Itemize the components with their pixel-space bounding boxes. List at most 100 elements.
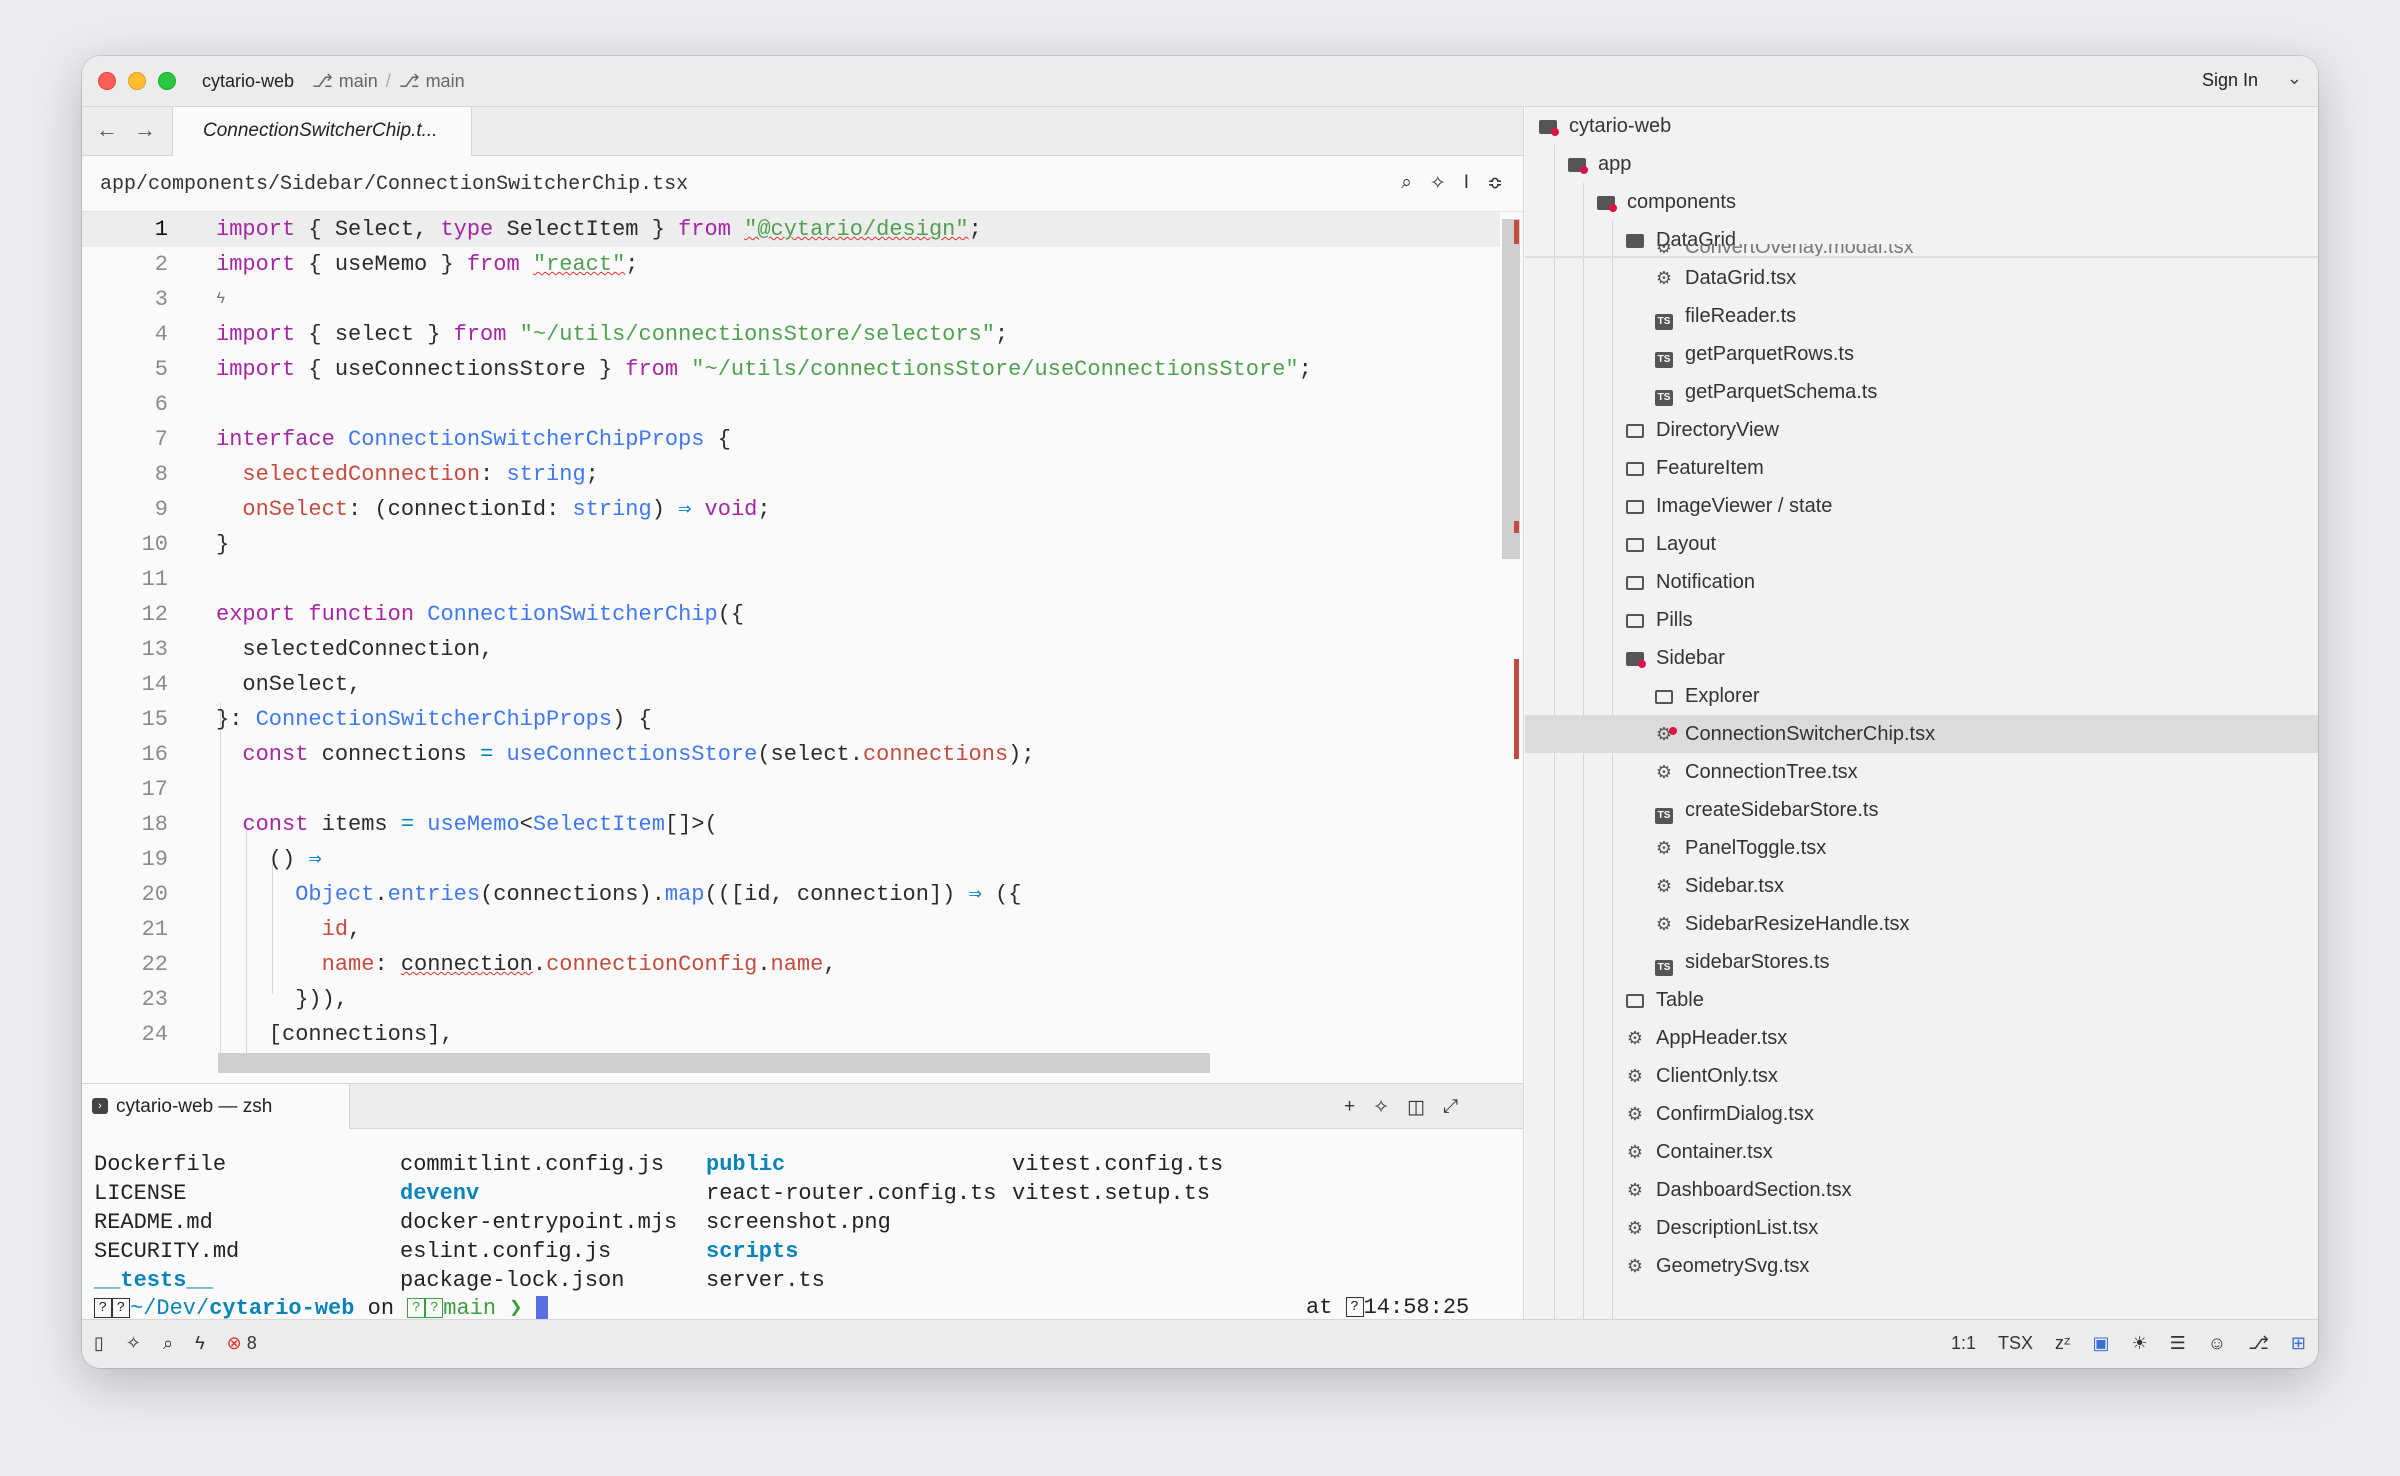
tree-item-file-selected[interactable]: ⚙ ConnectionSwitcherChip.tsx xyxy=(1525,715,2318,753)
git-branch-selector[interactable]: ⎇ main xyxy=(399,71,465,92)
project-file-tree[interactable]: cytario-web app components DataGrid ⚙ Con… xyxy=(1525,107,2318,1319)
tree-item-file[interactable]: TS sidebarStores.ts xyxy=(1525,943,2318,981)
zoom-window-button[interactable] xyxy=(158,72,176,90)
tree-item-folder[interactable]: Notification xyxy=(1525,563,2318,601)
tree-item-folder[interactable]: ImageViewer / state xyxy=(1525,487,2318,525)
split-pane-icon[interactable]: ◫ xyxy=(1407,1096,1425,1119)
terminal-tab[interactable]: › cytario-web — zsh xyxy=(82,1084,350,1129)
line-number: 5 xyxy=(154,357,168,382)
cursor-position[interactable]: 1:1 xyxy=(1951,1333,1976,1354)
tree-item-file[interactable]: ⚙ ClientOnly.tsx xyxy=(1525,1057,2318,1095)
collab-icon[interactable]: ☺ xyxy=(2208,1333,2226,1354)
forward-arrow-icon[interactable]: → xyxy=(134,117,156,143)
diagnostics-button[interactable]: ⊗ 8 xyxy=(227,1333,257,1354)
sign-in-button[interactable]: Sign In xyxy=(2202,70,2258,91)
tree-item-file[interactable]: ⚙ AppHeader.tsx xyxy=(1525,1019,2318,1057)
sleep-icon[interactable]: zᶻ xyxy=(2055,1333,2070,1354)
react-gear-icon: ⚙ xyxy=(1626,1218,1644,1238)
branch-selector[interactable]: ⎇ main xyxy=(312,71,378,92)
toggle-left-panel-icon[interactable]: ▯ xyxy=(94,1333,104,1354)
breadcrumb[interactable]: app/components/Sidebar/ConnectionSwitche… xyxy=(100,173,688,196)
ls-entry: eslint.config.js xyxy=(400,1239,612,1264)
prompt-arrow: ❯ xyxy=(509,1296,523,1321)
folder-icon xyxy=(1655,690,1673,704)
search-icon[interactable]: ⌕ xyxy=(163,1333,173,1354)
plus-icon[interactable]: + xyxy=(1344,1096,1355,1119)
tree-item-file[interactable]: ⚙ DescriptionList.tsx xyxy=(1525,1209,2318,1247)
tree-item-label: GeometrySvg.tsx xyxy=(1656,1255,1810,1277)
terminal-panel[interactable]: › cytario-web — zsh + ✧ ◫ ⤢ Dockerfile LI… xyxy=(82,1083,1524,1321)
code-area[interactable]: 1 import { Select, type SelectItem } from… xyxy=(82,212,1512,1072)
tree-item-sidebar[interactable]: Sidebar xyxy=(1525,639,2318,677)
tree-item-label: ConnectionSwitcherChip.tsx xyxy=(1685,723,1936,745)
typescript-icon: TS xyxy=(1655,960,1673,976)
code-line: 19 () ⇒ xyxy=(82,842,1500,877)
project-name[interactable]: cytario-web xyxy=(202,71,294,92)
tree-item-file[interactable]: ⚙ Sidebar.tsx xyxy=(1525,867,2318,905)
terminal-column-3: public react-router.config.ts screenshot.p… xyxy=(706,1150,996,1295)
tree-item-file[interactable]: ⚙ SidebarResizeHandle.tsx xyxy=(1525,905,2318,943)
git-icon[interactable]: ⎇ xyxy=(2248,1333,2269,1354)
sparkle-icon[interactable]: ✧ xyxy=(1373,1096,1389,1119)
language-mode[interactable]: TSX xyxy=(1998,1333,2033,1354)
minimize-window-button[interactable] xyxy=(128,72,146,90)
code-line: 24 [connections], xyxy=(82,1017,1500,1052)
tree-item-components[interactable]: components xyxy=(1525,183,2318,221)
code-line: 10} xyxy=(82,527,1500,562)
prompt-glyph-icon: ? xyxy=(425,1298,444,1319)
line-number: 18 xyxy=(141,812,168,837)
bug-icon[interactable]: ☀ xyxy=(2131,1333,2147,1354)
tree-item-folder[interactable]: Explorer xyxy=(1525,677,2318,715)
tree-item-folder[interactable]: Layout xyxy=(1525,525,2318,563)
tree-item-file[interactable]: TS createSidebarStore.ts xyxy=(1525,791,2318,829)
tree-item-file[interactable]: ⚙ ConnectionTree.tsx xyxy=(1525,753,2318,791)
lightning-icon[interactable]: ϟ xyxy=(195,1333,205,1354)
sparkle-icon[interactable]: ✧ xyxy=(1430,172,1446,195)
code-line: 3ϟ xyxy=(82,282,1500,317)
tree-item-folder[interactable]: FeatureItem xyxy=(1525,449,2318,487)
code-line: 9 onSelect: (connectionId: string) ⇒ voi… xyxy=(82,492,1500,527)
ls-entry: screenshot.png xyxy=(706,1210,891,1235)
search-icon[interactable]: ⌕ xyxy=(1401,172,1412,195)
folder-icon xyxy=(1626,994,1644,1008)
back-arrow-icon[interactable]: ← xyxy=(96,117,118,143)
tree-item-file[interactable]: ⚙ DataGrid.tsx xyxy=(1525,259,2318,297)
ls-entry: SECURITY.md xyxy=(94,1239,240,1264)
chevron-down-icon[interactable]: ⌄ xyxy=(2287,68,2302,89)
tree-item-file[interactable]: TS fileReader.ts xyxy=(1525,297,2318,335)
line-number: 3 xyxy=(154,287,168,312)
typescript-icon: TS xyxy=(1655,808,1673,824)
text-cursor-icon[interactable]: I xyxy=(1464,172,1469,195)
tree-item-file[interactable]: ⚙ GeometrySvg.tsx xyxy=(1525,1247,2318,1285)
settings-sliders-icon[interactable]: ≎ xyxy=(1487,172,1503,195)
line-number: 17 xyxy=(141,777,168,802)
tree-item-file[interactable]: ⚙ DashboardSection.tsx xyxy=(1525,1171,2318,1209)
tree-item-folder[interactable]: Table xyxy=(1525,981,2318,1019)
editor-tab[interactable]: ConnectionSwitcherChip.t... xyxy=(172,107,472,156)
tree-item-root[interactable]: cytario-web xyxy=(1525,107,2318,145)
vertical-scrollbar[interactable] xyxy=(1502,219,1520,559)
code-line: 2 import { useMemo } from "react"; xyxy=(82,247,1500,282)
maximize-icon[interactable]: ⤢ xyxy=(1443,1096,1458,1119)
close-window-button[interactable] xyxy=(98,72,116,90)
terminal-column-4: vitest.config.ts vitest.setup.ts xyxy=(1012,1150,1223,1208)
terminal-tab-label: cytario-web — zsh xyxy=(116,1096,273,1117)
tree-item-file[interactable]: TS getParquetSchema.ts xyxy=(1525,373,2318,411)
terminal-toggle-icon[interactable]: ▣ xyxy=(2092,1333,2109,1354)
tree-item-file[interactable]: ⚙ ConfirmDialog.tsx xyxy=(1525,1095,2318,1133)
tree-item-folder[interactable]: Pills xyxy=(1525,601,2318,639)
tree-item-label: cytario-web xyxy=(1569,115,1672,137)
terminal-cursor xyxy=(535,1296,548,1321)
outline-icon[interactable]: ☰ xyxy=(2170,1333,2186,1354)
ls-entry: LICENSE xyxy=(94,1181,187,1206)
tree-item-app[interactable]: app xyxy=(1525,145,2318,183)
tree-item-file[interactable]: TS getParquetRows.ts xyxy=(1525,335,2318,373)
tree-item-file[interactable]: ⚙ PanelToggle.tsx xyxy=(1525,829,2318,867)
tree-item-folder[interactable]: DirectoryView xyxy=(1525,411,2318,449)
sparkle-icon[interactable]: ✧ xyxy=(126,1333,141,1354)
project-panel-icon[interactable]: ⊞ xyxy=(2291,1333,2306,1354)
branch-icon: ⎇ xyxy=(312,70,333,91)
tree-item-file[interactable]: ⚙ Container.tsx xyxy=(1525,1133,2318,1171)
horizontal-scrollbar[interactable] xyxy=(218,1053,1210,1073)
code-line: 18 const items = useMemo<SelectItem[]>( xyxy=(82,807,1500,842)
